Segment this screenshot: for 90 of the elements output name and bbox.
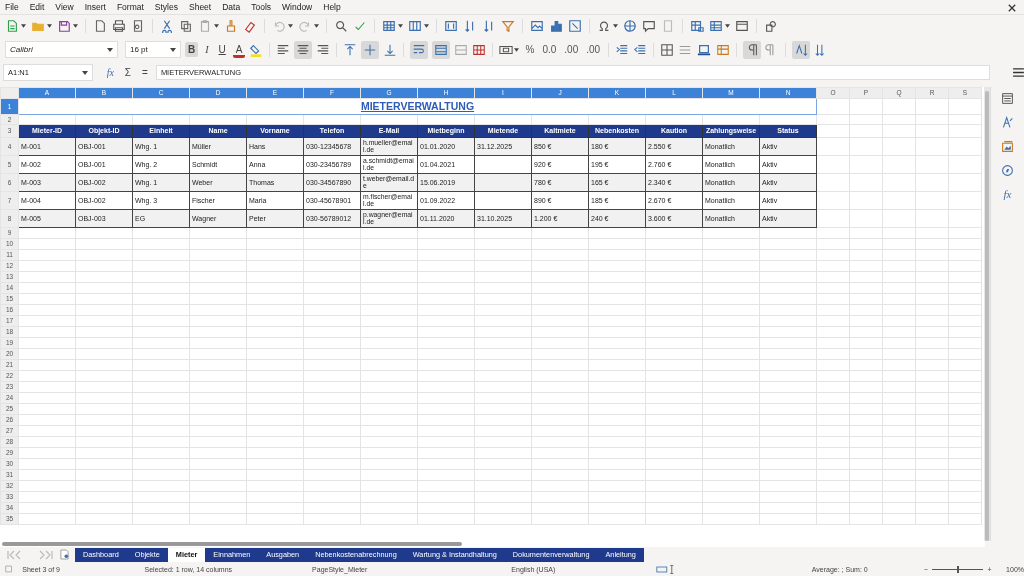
menu-item[interactable]: Edit xyxy=(29,1,45,12)
align-middle-icon[interactable] xyxy=(361,40,380,59)
dropdown-arrow-icon[interactable] xyxy=(314,24,319,29)
menu-item[interactable]: Data xyxy=(222,1,241,12)
bar-chart-icon[interactable] xyxy=(549,19,563,34)
clipboard-icon[interactable] xyxy=(198,19,212,34)
number-format-button[interactable]: 0.0 xyxy=(540,43,559,57)
menu-icon[interactable] xyxy=(1013,68,1024,78)
text-direction-icon[interactable] xyxy=(792,40,811,59)
table-grid-icon[interactable] xyxy=(472,42,487,57)
zoom-thumb[interactable] xyxy=(956,565,959,573)
dropdown-arrow-icon[interactable] xyxy=(424,24,429,29)
dropdown-arrow-icon[interactable] xyxy=(725,24,730,29)
compass-icon[interactable] xyxy=(1001,163,1014,177)
dropdown-arrow-icon[interactable] xyxy=(73,24,78,29)
dropdown-arrow-icon[interactable] xyxy=(214,24,219,29)
font-name-field[interactable]: Calibri xyxy=(5,41,118,59)
menu-item[interactable]: Sheet xyxy=(189,1,212,12)
close-icon[interactable] xyxy=(1008,4,1016,12)
number-format-button[interactable]: .00 xyxy=(584,43,603,57)
menu-item[interactable]: View xyxy=(55,1,74,12)
pilcrow-icon[interactable] xyxy=(743,40,762,59)
print-icon[interactable] xyxy=(112,19,126,34)
menu-item[interactable]: Format xyxy=(116,1,144,12)
dropdown-arrow-icon[interactable] xyxy=(47,24,52,29)
font-size-field[interactable]: 16 pt xyxy=(125,41,181,59)
scroll-thumb[interactable] xyxy=(985,90,990,541)
copy-icon[interactable] xyxy=(179,19,193,34)
align-bottom-icon[interactable] xyxy=(383,42,398,57)
dropdown-arrow-icon[interactable] xyxy=(107,47,113,52)
search-icon[interactable] xyxy=(334,19,348,34)
dropdown-arrow-icon[interactable] xyxy=(81,70,88,75)
monitor-icon[interactable] xyxy=(696,42,713,57)
horizontal-scrollbar[interactable] xyxy=(2,542,462,547)
indent-increase-icon[interactable] xyxy=(615,42,630,57)
window-icon[interactable] xyxy=(735,19,749,34)
shapes-icon[interactable] xyxy=(764,19,778,34)
number-format-button[interactable]: % xyxy=(523,43,537,57)
functions-button[interactable]: fx xyxy=(1003,187,1012,200)
table-rows-icon[interactable] xyxy=(709,19,723,34)
document-icon xyxy=(5,565,13,573)
menu-item[interactable]: Help xyxy=(323,1,341,12)
column-grid-icon[interactable] xyxy=(408,19,422,34)
dropdown-arrow-icon[interactable] xyxy=(613,24,618,29)
dropdown-arrow-icon[interactable] xyxy=(514,47,520,52)
page-preview-icon[interactable] xyxy=(131,19,145,34)
gallery-icon[interactable] xyxy=(1001,139,1014,153)
menu-item[interactable]: Styles xyxy=(154,1,178,12)
omega-icon[interactable] xyxy=(597,19,611,34)
globe-icon[interactable] xyxy=(623,19,637,34)
brush-icon[interactable] xyxy=(224,19,238,34)
dropdown-arrow-icon[interactable] xyxy=(288,24,293,29)
indent-decrease-icon[interactable] xyxy=(633,42,648,57)
text-style-button[interactable]: U xyxy=(215,42,229,58)
align-left-icon[interactable] xyxy=(276,42,291,57)
sum-button[interactable]: Σ xyxy=(121,67,135,79)
merge-cells-icon[interactable] xyxy=(432,40,451,59)
dropdown-arrow-icon[interactable] xyxy=(21,24,26,29)
cut-icon[interactable] xyxy=(160,19,174,34)
align-center-icon[interactable] xyxy=(294,40,313,59)
eraser-icon[interactable] xyxy=(243,19,257,34)
number-format-button[interactable]: .00 xyxy=(562,43,581,57)
wrap-text-icon[interactable] xyxy=(410,40,429,59)
vertical-scrollbar[interactable] xyxy=(984,86,991,542)
menu-item[interactable]: Tools xyxy=(251,1,271,12)
properties-icon[interactable] xyxy=(1001,91,1014,105)
table-grid-icon[interactable] xyxy=(382,19,396,34)
font-color-button[interactable]: A xyxy=(232,41,246,58)
borders-icon[interactable] xyxy=(660,42,675,57)
dropdown-arrow-icon[interactable] xyxy=(398,24,403,29)
styles-icon[interactable] xyxy=(1001,115,1014,129)
filter-icon[interactable] xyxy=(501,19,515,34)
dropdown-arrow-icon[interactable] xyxy=(170,47,176,52)
speech-bubble-icon[interactable] xyxy=(642,19,656,34)
save-icon[interactable] xyxy=(57,19,71,34)
add-sheet-icon[interactable] xyxy=(60,549,69,561)
image-icon[interactable] xyxy=(530,19,544,34)
conditional-format-icon[interactable] xyxy=(716,42,731,57)
highlighter-icon[interactable] xyxy=(249,42,264,57)
align-right-icon[interactable] xyxy=(316,42,331,57)
sheet-title: MIETERVERWALTUNG xyxy=(18,98,817,115)
text-style-button[interactable]: I xyxy=(202,42,212,58)
menu-item[interactable]: Window xyxy=(282,1,313,12)
align-top-icon[interactable] xyxy=(343,42,358,57)
menu-item[interactable]: Insert xyxy=(84,1,106,12)
formula-button[interactable]: = xyxy=(139,67,151,79)
text-style-button[interactable]: B xyxy=(185,42,199,58)
function-wizard-button[interactable]: fx xyxy=(103,67,117,79)
menu-item[interactable]: File xyxy=(5,1,19,12)
document-icon[interactable] xyxy=(93,19,107,34)
